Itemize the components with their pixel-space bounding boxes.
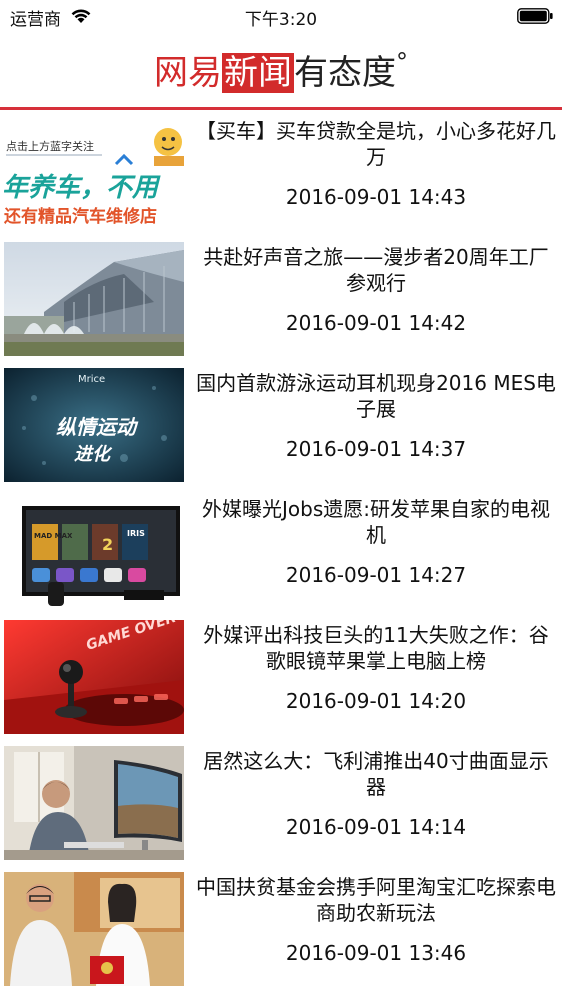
logo-degree-mark: °	[396, 48, 408, 76]
news-timestamp: 2016-09-01 14:27	[285, 563, 467, 587]
thumb-tagline-text: 还有精品汽车维修店	[4, 206, 157, 227]
news-text[interactable]: 外媒曝光Jobs遗愿:研发苹果自家的电视机 2016-09-01 14:27	[196, 496, 556, 588]
news-timestamp: 2016-09-01 13:46	[285, 941, 467, 965]
news-title[interactable]: 国内首款游泳运动耳机现身2016 MES电子展	[196, 370, 556, 422]
news-text[interactable]: 国内首款游泳运动耳机现身2016 MES电子展 2016-09-01 14:37	[196, 370, 556, 462]
news-text[interactable]: 居然这么大：飞利浦推出40寸曲面显示器 2016-09-01 14:14	[196, 748, 556, 840]
thumb-slogan-text: 年养车，不用	[4, 173, 161, 203]
news-title[interactable]: 共赴好声音之旅——漫步者20周年工厂参观行	[196, 244, 556, 296]
news-timestamp: 2016-09-01 14:43	[285, 185, 467, 209]
curved-monitor-image[interactable]	[4, 746, 184, 860]
news-timestamp: 2016-09-01 14:14	[285, 815, 467, 839]
news-item[interactable]: MAD MAX 2 IRIS 外媒曝光Jobs遗愿:研发苹果自家的电视机 201…	[0, 488, 562, 614]
modern-building-image[interactable]	[4, 242, 184, 356]
thumb-tile-text-3: IRIS	[127, 529, 145, 538]
logo-highlight-text: 新闻	[222, 53, 294, 93]
swimming-earphone-ad-image[interactable]: Mrice 纵情运动 进化	[4, 368, 184, 482]
news-text[interactable]: 共赴好声音之旅——漫步者20周年工厂参观行 2016-09-01 14:42	[196, 244, 556, 336]
app-header: 网易新闻有态度°	[0, 32, 562, 108]
thumb-tile-text-2: 2	[102, 535, 113, 554]
news-item[interactable]: 居然这么大：飞利浦推出40寸曲面显示器 2016-09-01 14:14	[0, 740, 562, 866]
status-time: 下午3:20	[244, 10, 318, 30]
thumb-caption-text: 点击上方蓝字关注	[6, 139, 94, 153]
thumb-brand-text: Mrice	[78, 374, 105, 385]
news-timestamp: 2016-09-01 14:37	[285, 437, 467, 461]
news-item[interactable]: 共赴好声音之旅——漫步者20周年工厂参观行 2016-09-01 14:42	[0, 236, 562, 362]
news-text[interactable]: 中国扶贫基金会携手阿里淘宝汇吃探索电商助农新玩法 2016-09-01 13:4…	[196, 874, 556, 966]
news-item[interactable]: 点击上方蓝字关注 年养车，不用 还有精品汽车维修店 【买车】买车贷款全是坑，小心…	[0, 110, 562, 236]
news-timestamp: 2016-09-01 14:42	[285, 311, 467, 335]
status-bar: 运营商 下午3:20	[0, 0, 562, 32]
news-title[interactable]: 【买车】买车贷款全是坑，小心多花好几万	[196, 118, 556, 170]
news-title[interactable]: 中国扶贫基金会携手阿里淘宝汇吃探索电商助农新玩法	[196, 874, 556, 926]
logo-brand-text: 网易	[154, 53, 222, 93]
thumb-slogan-text-2: 进化	[74, 444, 113, 465]
news-title[interactable]: 外媒评出科技巨头的11大失败之作：谷歌眼镜苹果掌上电脑上榜	[196, 622, 556, 674]
news-text[interactable]: 外媒评出科技巨头的11大失败之作：谷歌眼镜苹果掌上电脑上榜 2016-09-01…	[196, 622, 556, 714]
charity-event-photo-image[interactable]	[4, 872, 184, 986]
news-item[interactable]: GAME OVER 外媒评出科技巨头的11大失败之作：谷歌眼镜苹果掌上电脑上榜 …	[0, 614, 562, 740]
news-title[interactable]: 外媒曝光Jobs遗愿:研发苹果自家的电视机	[196, 496, 556, 548]
news-text[interactable]: 【买车】买车贷款全是坑，小心多花好几万 2016-09-01 14:43	[196, 118, 556, 210]
app-logo: 网易新闻有态度°	[0, 42, 562, 93]
news-list[interactable]: 点击上方蓝字关注 年养车，不用 还有精品汽车维修店 【买车】买车贷款全是坑，小心…	[0, 110, 562, 1000]
news-timestamp: 2016-09-01 14:20	[285, 689, 467, 713]
thumb-slogan-text: 纵情运动	[56, 415, 139, 439]
game-over-joystick-image[interactable]: GAME OVER	[4, 620, 184, 734]
car-promo-banner-image[interactable]: 点击上方蓝字关注 年养车，不用 还有精品汽车维修店	[4, 116, 184, 230]
logo-slogan-text: 有态度	[294, 53, 396, 93]
news-item[interactable]: Mrice 纵情运动 进化 国内首款游泳运动耳机现身2016 MES电子展 20…	[0, 362, 562, 488]
news-item[interactable]: 中国扶贫基金会携手阿里淘宝汇吃探索电商助农新玩法 2016-09-01 13:4…	[0, 866, 562, 992]
battery-icon	[517, 8, 553, 24]
news-title[interactable]: 居然这么大：飞利浦推出40寸曲面显示器	[196, 748, 556, 800]
thumb-tile-text: MAD MAX	[34, 532, 73, 540]
apple-tv-screen-image[interactable]: MAD MAX 2 IRIS	[4, 494, 184, 608]
